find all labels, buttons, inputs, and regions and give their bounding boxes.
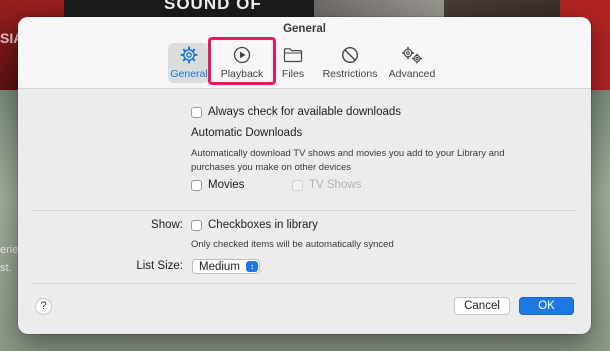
checkboxes-note: Only checked items will be automatically…: [191, 239, 394, 250]
tv-shows-label: TV Shows: [309, 179, 362, 191]
auto-downloads-description-line-1: Automatically download TV shows and movi…: [191, 148, 505, 159]
gears-icon: [384, 45, 440, 65]
background-text-line-1: erie: [0, 244, 19, 256]
preferences-window: General General Playback Files Restricti…: [18, 17, 591, 334]
auto-downloads-heading-row: Automatic Downloads: [191, 127, 302, 139]
tab-files-label: Files: [281, 68, 305, 80]
auto-downloads-description: Automatically download TV shows and movi…: [191, 147, 505, 175]
playback-tab-highlight: [208, 37, 276, 85]
preferences-toolbar: General General Playback Files Restricti…: [18, 17, 591, 89]
tab-advanced-label: Advanced: [388, 68, 436, 80]
cancel-button[interactable]: Cancel: [454, 297, 510, 315]
prohibited-icon: [318, 45, 382, 65]
list-size-label: List Size:: [136, 260, 183, 272]
auto-downloads-description-line-2: purchases you make on other devices: [191, 162, 352, 173]
tv-shows-row[interactable]: TV Shows: [292, 179, 361, 191]
ok-button[interactable]: OK: [519, 297, 574, 315]
window-title: General: [283, 23, 326, 35]
gear-icon: [168, 45, 210, 65]
chevron-updown-icon: ↕: [246, 261, 258, 272]
help-button[interactable]: ?: [35, 298, 52, 315]
tab-general[interactable]: General: [168, 43, 210, 83]
tab-restrictions[interactable]: Restrictions: [318, 43, 382, 83]
list-size-value: Medium: [199, 260, 240, 273]
footer-divider: [32, 283, 577, 284]
list-size-popup[interactable]: Medium ↕: [192, 259, 260, 274]
tab-general-label: General: [170, 68, 208, 80]
always-check-label: Always check for available downloads: [208, 106, 402, 118]
always-check-checkbox[interactable]: [191, 106, 202, 118]
checkboxes-in-library-checkbox[interactable]: [191, 219, 202, 231]
tab-files[interactable]: Files: [276, 43, 310, 83]
movies-checkbox[interactable]: [191, 179, 202, 191]
show-label: Show:: [151, 219, 183, 231]
auto-downloads-heading: Automatic Downloads: [191, 127, 303, 139]
background-text-line-2: st.: [0, 262, 12, 274]
tab-advanced[interactable]: Advanced: [384, 43, 440, 83]
movies-row[interactable]: Movies: [191, 179, 244, 191]
checkboxes-in-library-row[interactable]: Checkboxes in library: [191, 219, 318, 231]
section-divider: [32, 210, 577, 211]
tab-restrictions-label: Restrictions: [322, 68, 378, 80]
folder-icon: [276, 45, 310, 65]
tv-shows-checkbox[interactable]: [292, 179, 303, 191]
always-check-row[interactable]: Always check for available downloads: [191, 106, 401, 118]
checkboxes-in-library-label: Checkboxes in library: [208, 219, 318, 231]
movies-label: Movies: [208, 179, 245, 191]
